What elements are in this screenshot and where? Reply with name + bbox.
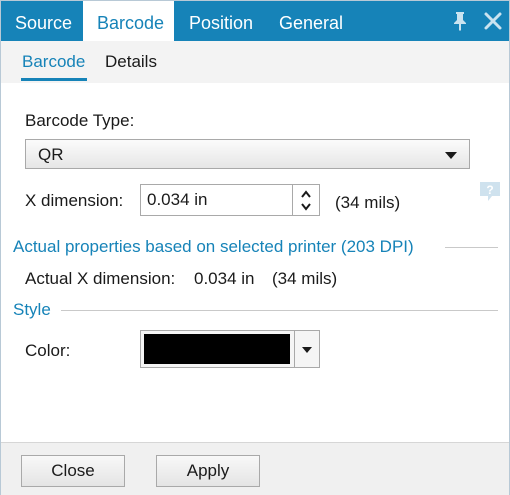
actual-x-dimension-label: Actual X dimension: — [25, 269, 176, 288]
chevron-down-icon[interactable] — [301, 201, 311, 213]
group-divider — [61, 310, 498, 311]
dialog-footer: Close Apply — [1, 442, 509, 495]
actual-x-dimension-value: 0.034 in — [194, 269, 255, 288]
style-header: Style — [13, 300, 51, 319]
color-picker[interactable] — [140, 330, 320, 368]
pin-icon[interactable] — [449, 10, 471, 32]
x-dimension-input[interactable] — [140, 184, 293, 216]
barcode-type-value: QR — [38, 145, 64, 164]
tab-barcode[interactable]: Barcode — [83, 1, 174, 41]
close-icon[interactable] — [482, 10, 504, 32]
subtab-barcode[interactable]: Barcode — [22, 41, 85, 83]
help-icon[interactable]: ? — [478, 181, 502, 203]
top-tab-bar: Source Barcode Position General — [1, 1, 509, 41]
subtab-details[interactable]: Details — [105, 41, 157, 83]
chevron-down-icon — [302, 347, 312, 353]
active-subtab-indicator — [21, 78, 87, 81]
barcode-type-label: Barcode Type: — [25, 111, 135, 130]
x-dimension-mils: (34 mils) — [335, 193, 401, 212]
tab-general[interactable]: General — [265, 1, 357, 41]
close-button[interactable]: Close — [21, 455, 125, 487]
barcode-type-select[interactable]: QR — [25, 139, 470, 169]
actual-x-dimension-mils: (34 mils) — [272, 269, 338, 288]
apply-button[interactable]: Apply — [156, 455, 260, 487]
color-swatch — [144, 334, 290, 364]
sub-tab-bar: Barcode Details — [1, 41, 509, 83]
chevron-up-icon[interactable] — [301, 188, 311, 200]
chevron-down-icon — [445, 152, 457, 159]
tab-position[interactable]: Position — [175, 1, 267, 41]
x-dimension-spinner — [292, 184, 320, 216]
color-picker-divider — [294, 331, 295, 367]
dialog-window: Source Barcode Position General Barcode … — [0, 0, 510, 495]
actual-properties-header: Actual properties based on selected prin… — [13, 237, 414, 256]
tab-source[interactable]: Source — [1, 1, 86, 41]
svg-text:?: ? — [486, 183, 493, 197]
x-dimension-label: X dimension: — [25, 191, 124, 210]
group-divider — [445, 247, 498, 248]
color-label: Color: — [25, 341, 71, 360]
